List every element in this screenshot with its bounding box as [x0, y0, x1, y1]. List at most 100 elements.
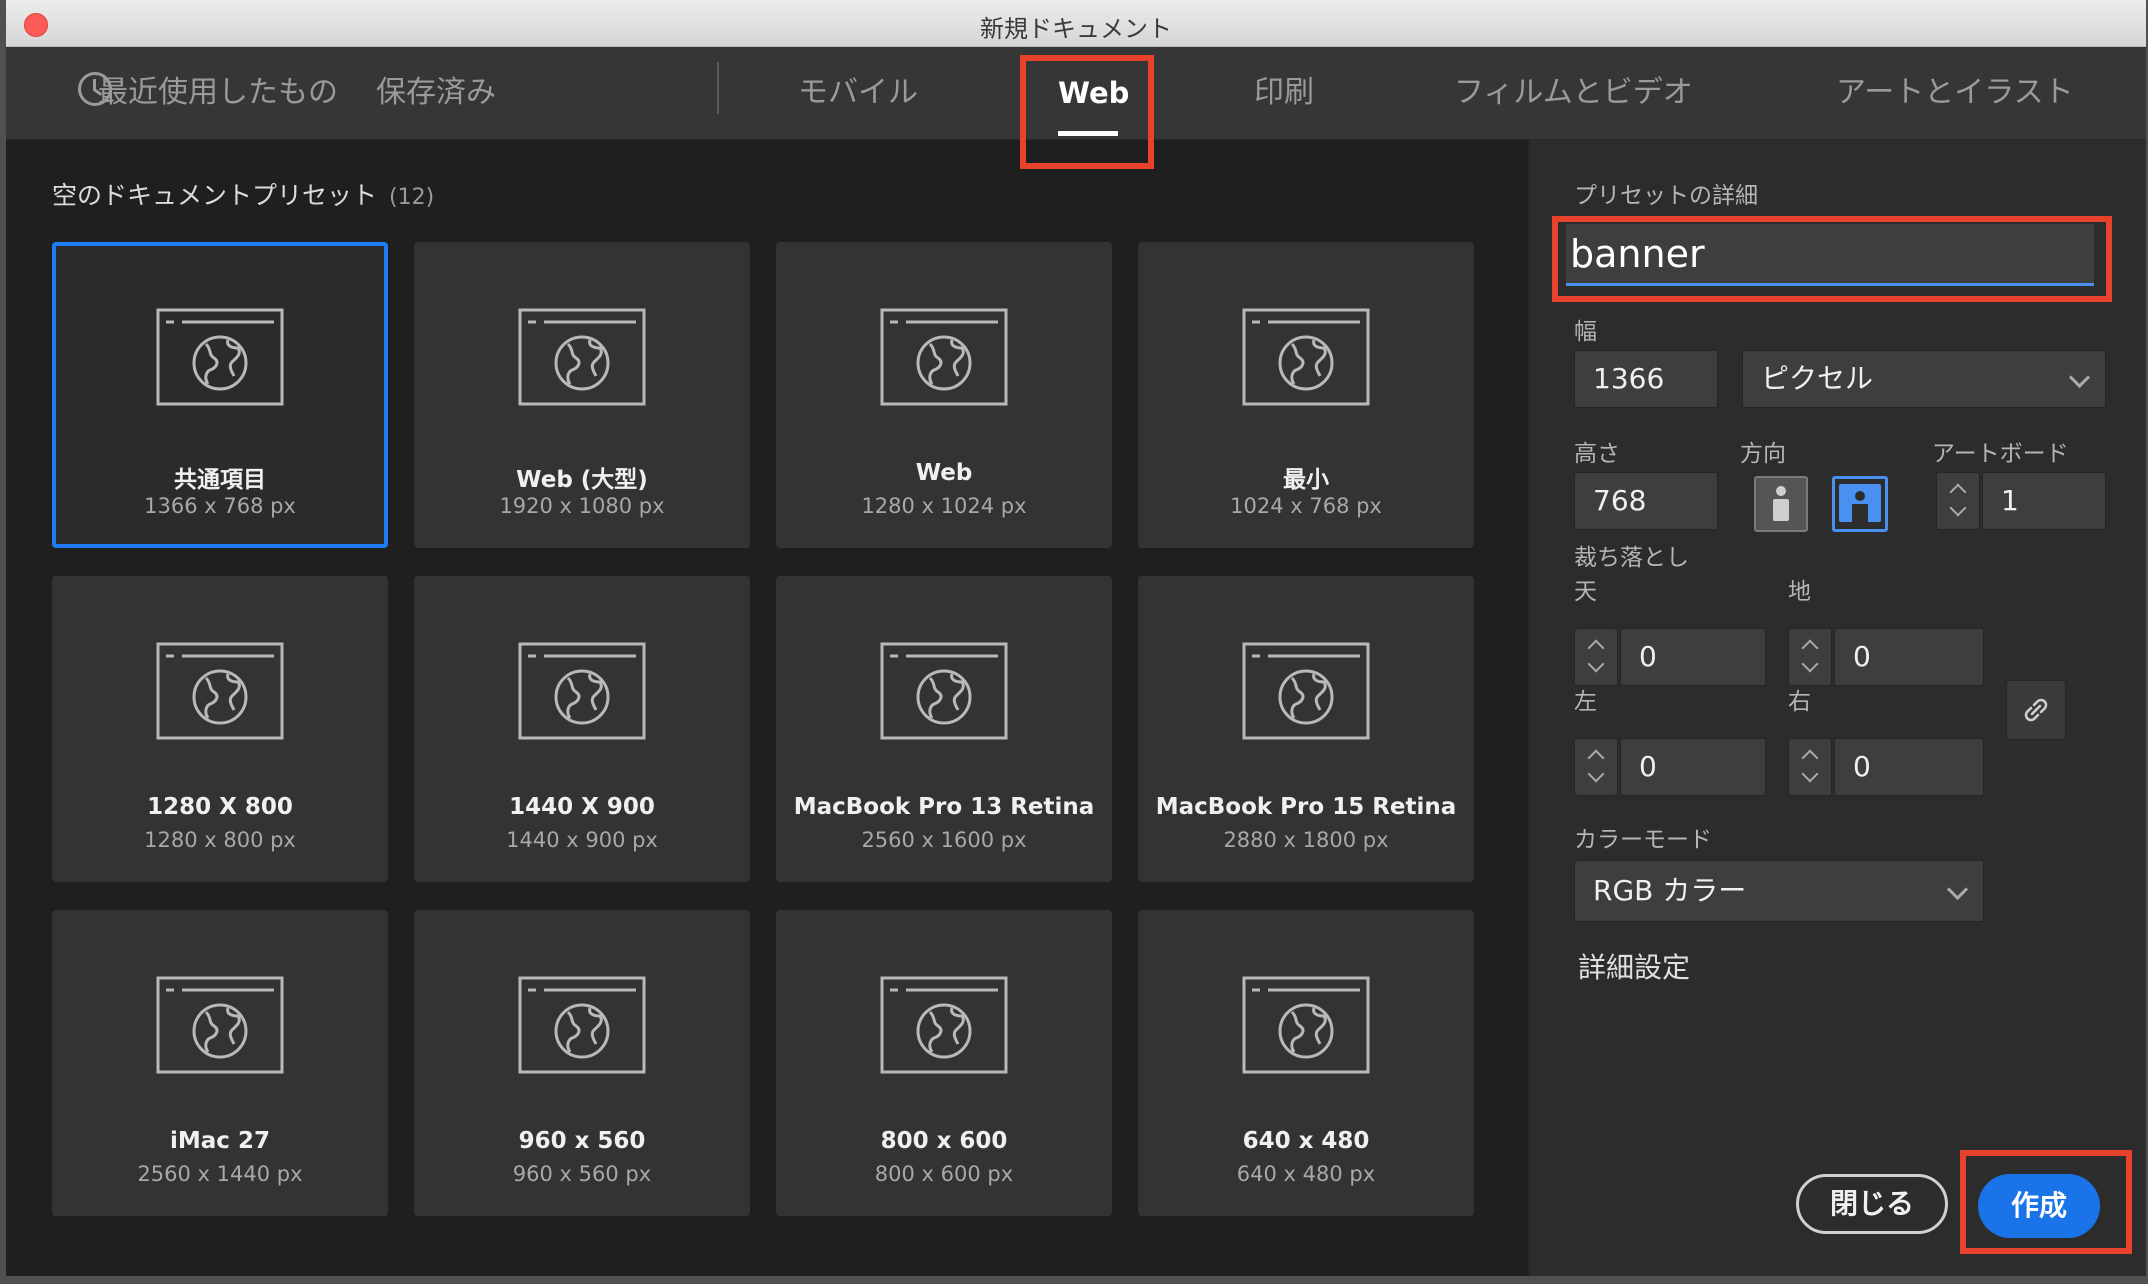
create-button[interactable]: 作成 — [1978, 1174, 2100, 1238]
artboard-count-input[interactable]: 1 — [1982, 472, 2106, 530]
presets-title: 空のドキュメントプリセット — [52, 181, 378, 210]
tab-recent[interactable]: 最近使用したもの — [98, 47, 338, 139]
preset-card[interactable]: 共通項目 1366 x 768 px — [52, 242, 388, 548]
preset-name: 最小 — [1283, 467, 1329, 493]
preset-card[interactable]: 640 x 480 640 x 480 px — [1138, 910, 1474, 1216]
chevron-up-icon — [1801, 639, 1819, 657]
preset-name: MacBook Pro 15 Retina — [1155, 794, 1457, 820]
height-label: 高さ — [1574, 441, 1620, 467]
bleed-top-input[interactable]: 0 — [1620, 628, 1766, 686]
chevron-up-icon — [1587, 749, 1605, 767]
chevron-down-icon — [1946, 878, 1969, 901]
preset-card[interactable]: iMac 27 2560 x 1440 px — [52, 910, 388, 1216]
artboard-stepper[interactable] — [1936, 472, 1980, 530]
preset-name: Web — [915, 460, 973, 486]
preset-card[interactable]: 960 x 560 960 x 560 px — [414, 910, 750, 1216]
chevron-down-icon — [1587, 655, 1605, 673]
document-name-input[interactable] — [1566, 224, 2094, 286]
browser-globe-icon — [518, 976, 646, 1074]
width-label: 幅 — [1574, 319, 1597, 345]
presets-heading: 空のドキュメントプリセット (12) — [52, 176, 434, 212]
browser-globe-icon — [518, 642, 646, 740]
bleed-left-label: 左 — [1574, 689, 1597, 715]
preset-card[interactable]: Web (大型) 1920 x 1080 px — [414, 242, 750, 548]
category-tabs: 最近使用したもの 保存済み モバイル Web 印刷 フィルムとビデオ アートとイ… — [6, 47, 2146, 140]
preset-size: 1366 x 768 px — [144, 494, 296, 518]
browser-globe-icon — [1242, 642, 1370, 740]
preset-name: 640 x 480 — [1242, 1128, 1370, 1154]
bleed-right-stepper[interactable] — [1788, 738, 1832, 796]
orientation-label: 方向 — [1740, 441, 1786, 467]
preset-card[interactable]: 1440 X 900 1440 x 900 px — [414, 576, 750, 882]
preset-size: 1440 x 900 px — [506, 828, 658, 852]
preset-card[interactable]: MacBook Pro 13 Retina 2560 x 1600 px — [776, 576, 1112, 882]
height-input[interactable]: 768 — [1574, 472, 1718, 530]
presets-panel: 空のドキュメントプリセット (12) 共通項目 1366 x 768 px Web (… — [6, 140, 1528, 1276]
browser-globe-icon — [156, 642, 284, 740]
unit-select-value: ピクセル — [1761, 362, 1874, 395]
link-bleed-button[interactable] — [2006, 680, 2066, 740]
preset-size: 1024 x 768 px — [1230, 494, 1382, 518]
title-bar: 新規ドキュメント — [6, 0, 2146, 47]
preset-name: iMac 27 — [170, 1128, 270, 1154]
browser-globe-icon — [156, 308, 284, 406]
browser-globe-icon — [518, 308, 646, 406]
browser-globe-icon — [880, 642, 1008, 740]
preset-size: 1280 x 1024 px — [861, 494, 1027, 518]
bleed-bottom-label: 地 — [1788, 579, 1811, 605]
bleed-left-stepper[interactable] — [1574, 738, 1618, 796]
preset-details-panel: プリセットの詳細 幅 1366 ピクセル 高さ 方向 アートボード 768 1 — [1528, 140, 2146, 1276]
portrait-orientation-button[interactable] — [1754, 476, 1808, 532]
color-mode-select[interactable]: RGB カラー — [1574, 860, 1984, 922]
preset-size: 1920 x 1080 px — [499, 494, 665, 518]
width-input[interactable]: 1366 — [1574, 350, 1718, 408]
browser-globe-icon — [880, 976, 1008, 1074]
bleed-bottom-input[interactable]: 0 — [1834, 628, 1984, 686]
tab-saved[interactable]: 保存済み — [376, 47, 496, 139]
bleed-left-input[interactable]: 0 — [1620, 738, 1766, 796]
tab-mobile[interactable]: モバイル — [798, 47, 918, 139]
preset-size: 960 x 560 px — [512, 1162, 652, 1186]
preset-size: 2560 x 1600 px — [861, 828, 1027, 852]
preset-name: 800 x 600 — [880, 1128, 1008, 1154]
chevron-down-icon — [1587, 765, 1605, 783]
tab-separator — [717, 62, 719, 114]
browser-globe-icon — [1242, 976, 1370, 1074]
active-tab-indicator — [1058, 131, 1118, 136]
landscape-person-icon — [1839, 484, 1881, 522]
bleed-right-input[interactable]: 0 — [1834, 738, 1984, 796]
browser-globe-icon — [880, 308, 1008, 406]
chevron-down-icon — [1949, 499, 1967, 517]
chevron-up-icon — [1949, 483, 1967, 501]
advanced-settings-link[interactable]: 詳細設定 — [1578, 946, 1690, 986]
preset-name: 共通項目 — [174, 467, 266, 493]
bleed-right-label: 右 — [1788, 689, 1811, 715]
preset-name: Web (大型) — [516, 467, 648, 493]
bleed-bottom-stepper[interactable] — [1788, 628, 1832, 686]
preset-size: 2880 x 1800 px — [1223, 828, 1389, 852]
chevron-up-icon — [1801, 749, 1819, 767]
browser-globe-icon — [156, 976, 284, 1074]
preset-size: 640 x 480 px — [1236, 1162, 1376, 1186]
color-mode-label: カラーモード — [1574, 827, 1712, 853]
preset-name: 1280 X 800 — [147, 794, 293, 820]
bleed-top-stepper[interactable] — [1574, 628, 1618, 686]
artboard-label: アートボード — [1932, 441, 2069, 467]
tab-print[interactable]: 印刷 — [1254, 47, 1314, 139]
landscape-orientation-button[interactable] — [1832, 476, 1888, 532]
preset-size: 2560 x 1440 px — [137, 1162, 303, 1186]
preset-card[interactable]: 1280 X 800 1280 x 800 px — [52, 576, 388, 882]
preset-card[interactable]: Web 1280 x 1024 px — [776, 242, 1112, 548]
unit-select[interactable]: ピクセル — [1742, 350, 2106, 408]
chevron-down-icon — [1801, 655, 1819, 673]
chevron-down-icon — [1801, 765, 1819, 783]
preset-card[interactable]: 800 x 600 800 x 600 px — [776, 910, 1112, 1216]
tab-film-video[interactable]: フィルムとビデオ — [1454, 47, 1693, 139]
preset-card[interactable]: 最小 1024 x 768 px — [1138, 242, 1474, 548]
preset-grid: 共通項目 1366 x 768 px Web (大型) 1920 x 1080 px W… — [52, 242, 1484, 1242]
tab-art-illustration[interactable]: アートとイラスト — [1836, 47, 2074, 139]
preset-card[interactable]: MacBook Pro 15 Retina 2880 x 1800 px — [1138, 576, 1474, 882]
tab-web[interactable]: Web — [1058, 47, 1129, 139]
bleed-label: 裁ち落とし — [1574, 545, 1689, 571]
close-button[interactable]: 閉じる — [1796, 1174, 1948, 1234]
